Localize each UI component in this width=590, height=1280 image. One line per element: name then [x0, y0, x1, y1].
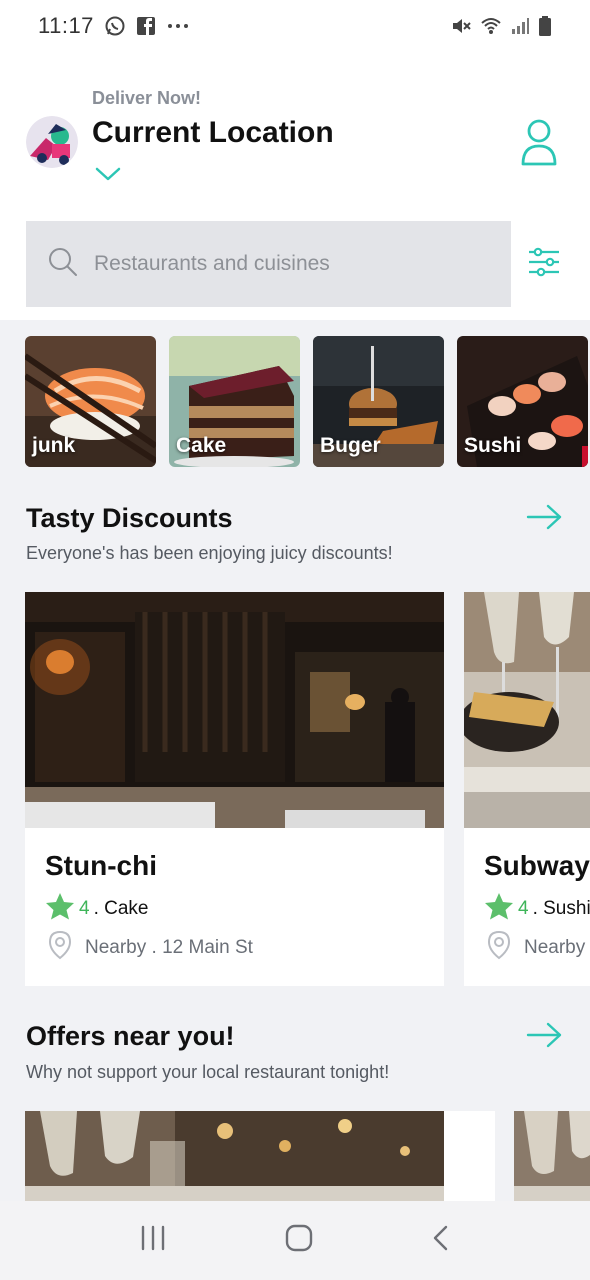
header: Deliver Now! Current Location Restaurant…: [0, 52, 590, 320]
whatsapp-icon: [104, 15, 126, 37]
location-text: Nearby . 12 Main St: [85, 937, 253, 958]
profile-icon[interactable]: [518, 118, 560, 173]
restaurant-image: [464, 592, 590, 828]
star-icon: [45, 892, 75, 926]
restaurant-card-stun-chi[interactable]: Stun-chi 4 . Cake Nearby . 12 Main St: [25, 592, 444, 986]
wifi-icon: [480, 15, 502, 37]
status-bar: 11:17: [0, 0, 590, 52]
filter-icon[interactable]: [526, 244, 562, 285]
restaurant-rating: 4 . Sushi: [484, 892, 590, 926]
search-bar[interactable]: Restaurants and cuisines: [26, 221, 511, 307]
category-label: junk: [32, 434, 76, 457]
location-pin-icon: [486, 930, 524, 966]
tasty-discounts-arrow-icon[interactable]: [526, 503, 564, 536]
category-sushi[interactable]: Sushi: [457, 336, 588, 467]
search-icon: [48, 247, 78, 282]
deliver-label: Deliver Now!: [92, 88, 202, 108]
category-label: Cake: [176, 434, 227, 457]
tasty-discounts-title: Tasty Discounts: [26, 503, 233, 533]
restaurant-category: . Sushi: [532, 898, 590, 919]
location-title[interactable]: Current Location: [92, 116, 334, 150]
location-text: Nearby: [524, 937, 586, 958]
recent-apps-icon[interactable]: [139, 1225, 167, 1256]
facebook-icon: [136, 16, 156, 36]
more-dots-icon: [166, 21, 190, 31]
category-cake[interactable]: Cake: [169, 336, 300, 467]
offers-subtitle: Why not support your local restaurant to…: [26, 1062, 390, 1082]
restaurant-location: Nearby: [486, 930, 585, 966]
mute-icon: [450, 15, 472, 37]
category-junk[interactable]: junk: [25, 336, 156, 467]
rating-value: 4: [79, 898, 90, 919]
restaurant-card-subway[interactable]: Subway 4 . Sushi Nearby: [464, 592, 590, 986]
restaurant-rating: 4 . Cake: [45, 892, 149, 926]
battery-icon: [538, 15, 552, 37]
search-input[interactable]: Restaurants and cuisines: [94, 252, 330, 276]
category-label: Sushi: [464, 434, 522, 457]
restaurant-name: Subway: [484, 850, 590, 881]
restaurant-name: Stun-chi: [45, 850, 157, 881]
category-buger[interactable]: Buger: [313, 336, 444, 467]
rating-value: 4: [518, 898, 529, 919]
offer-image: [25, 1111, 495, 1203]
star-icon: [484, 892, 514, 926]
back-icon[interactable]: [431, 1224, 451, 1257]
signal-icon: [510, 16, 530, 36]
offers-arrow-icon[interactable]: [526, 1021, 564, 1054]
offer-image: [514, 1111, 590, 1203]
restaurant-location: Nearby . 12 Main St: [47, 930, 253, 966]
category-label: Buger: [320, 434, 381, 457]
tasty-discounts-subtitle: Everyone's has been enjoying juicy disco…: [26, 543, 393, 563]
offer-card[interactable]: [514, 1111, 590, 1203]
chevron-down-icon[interactable]: [94, 166, 122, 187]
location-pin-icon: [47, 930, 85, 966]
home-icon[interactable]: [285, 1224, 313, 1257]
avatar[interactable]: [26, 116, 78, 168]
status-time: 11:17: [38, 13, 94, 38]
restaurant-image: [25, 592, 444, 828]
restaurant-category: . Cake: [93, 898, 149, 919]
offer-card[interactable]: [25, 1111, 495, 1203]
category-list: junk Cake Buger Sushi: [25, 336, 588, 467]
offers-title: Offers near you!: [26, 1021, 235, 1051]
navigation-bar: [0, 1201, 590, 1280]
